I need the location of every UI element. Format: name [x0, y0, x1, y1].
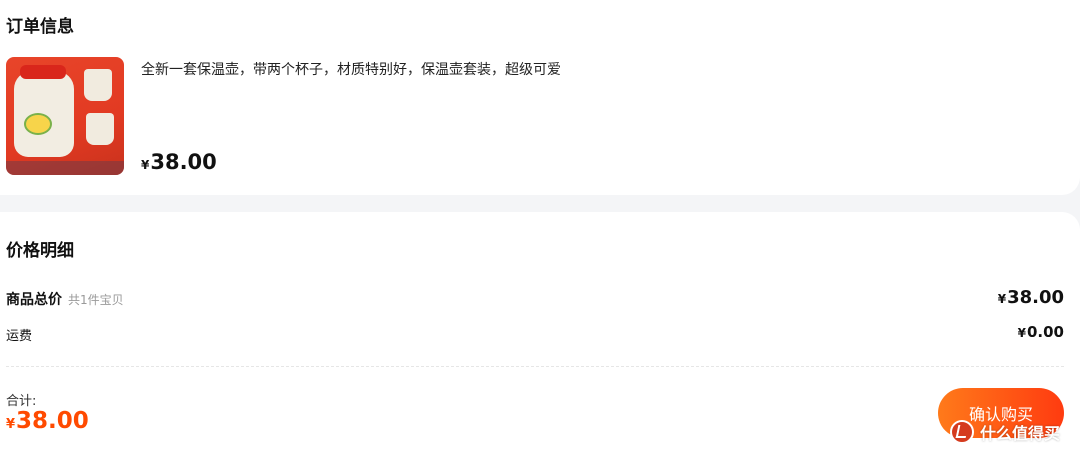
- shipping-label: 运费: [6, 329, 33, 344]
- currency-symbol: ¥: [1017, 326, 1026, 340]
- goods-total-label: 商品总价 共1件宝贝: [6, 289, 124, 309]
- goods-total-value: ¥ 38.00: [998, 287, 1064, 308]
- currency-symbol: ¥: [6, 417, 16, 432]
- currency-symbol: ¥: [141, 158, 150, 172]
- currency-symbol: ¥: [997, 292, 1007, 306]
- divider: [6, 366, 1064, 367]
- shipping-value: ¥ 0.00: [1018, 323, 1064, 341]
- price-detail-card: [0, 212, 1080, 457]
- cup-shape: [84, 69, 112, 101]
- product-description[interactable]: 全新一套保温壶，带两个杯子，材质特别好，保温壶套装，超级可爱: [141, 59, 561, 79]
- goods-total-label-text: 商品总价: [6, 292, 62, 308]
- shipping-amount: 0.00: [1026, 323, 1064, 341]
- product-price-value: 38.00: [150, 150, 217, 174]
- order-info-title: 订单信息: [6, 17, 74, 37]
- goods-total-amount: 38.00: [1007, 287, 1064, 308]
- watermark-text: 什么值得买: [980, 424, 1061, 443]
- smzdm-logo-icon: [950, 420, 974, 444]
- cup-shape: [86, 113, 114, 145]
- total-price: ¥ 38.00: [6, 408, 89, 434]
- product-thumbnail[interactable]: [6, 57, 124, 175]
- watermark: 什么值得买: [950, 420, 1060, 444]
- price-detail-title: 价格明细: [6, 241, 74, 261]
- thumbnail-shadow: [6, 161, 124, 175]
- total-label: 合计:: [6, 394, 37, 409]
- product-price: ¥ 38.00: [141, 150, 217, 174]
- total-amount: 38.00: [16, 408, 89, 434]
- thermos-decal-shape: [24, 113, 52, 135]
- thermos-lid-shape: [20, 65, 66, 79]
- item-count-note: 共1件宝贝: [68, 293, 124, 307]
